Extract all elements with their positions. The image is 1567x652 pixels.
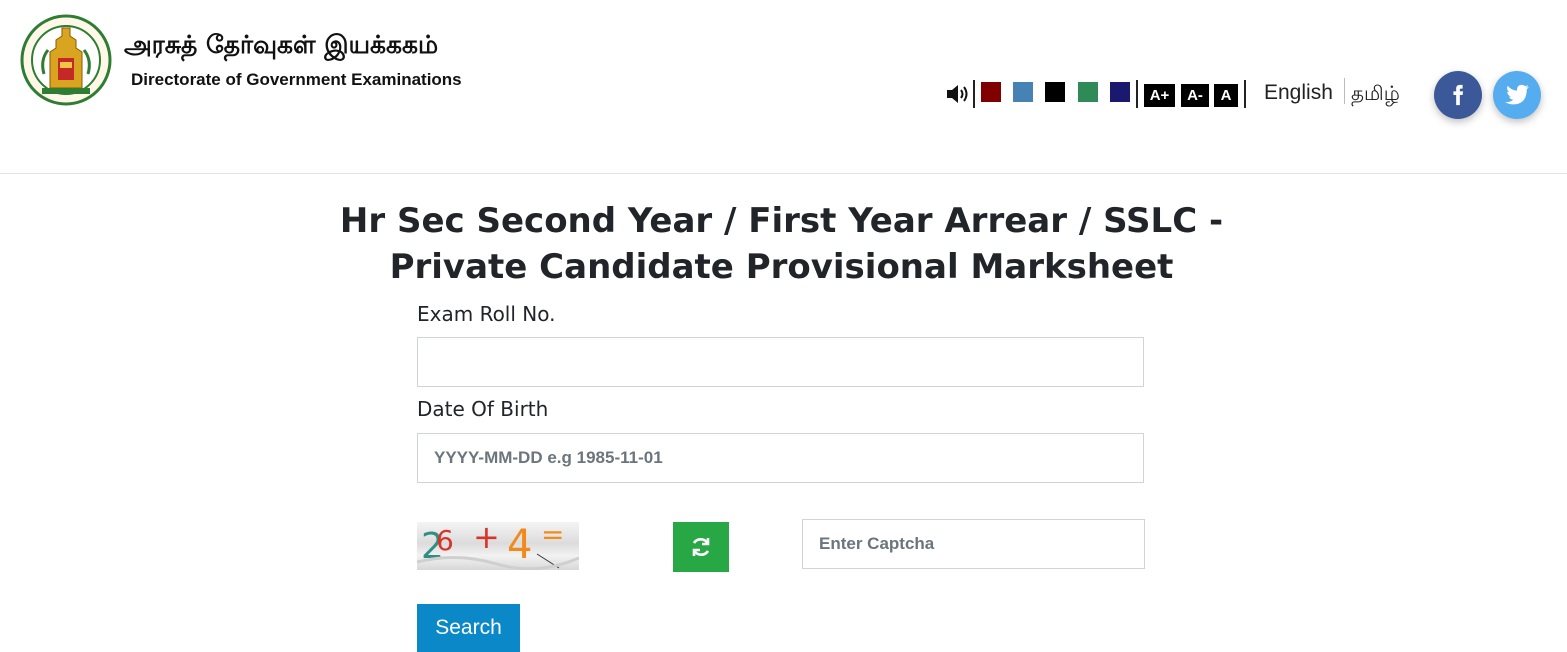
language-english-link[interactable]: English — [1264, 81, 1333, 105]
toolbar-divider — [1136, 80, 1138, 108]
brand-title-tamil: அரசுத் தேர்வுகள் இயக்ககம் — [124, 30, 439, 59]
refresh-icon — [692, 538, 710, 556]
dob-label: Date Of Birth — [417, 397, 549, 421]
dob-input[interactable] — [417, 433, 1144, 483]
captcha-image: 2 6 + 4 = — [417, 522, 579, 570]
theme-swatch-green[interactable] — [1078, 82, 1098, 102]
theme-swatch-black[interactable] — [1045, 82, 1065, 102]
exam-roll-label: Exam Roll No. — [417, 302, 556, 326]
language-divider — [1344, 78, 1345, 104]
captcha-refresh-button[interactable] — [673, 522, 729, 572]
page-title-line2: Private Candidate Provisional Marksheet — [389, 247, 1174, 287]
site-header: அரசுத் தேர்வுகள் இயக்ககம் Directorate of… — [0, 0, 1567, 174]
theme-swatch-steelblue[interactable] — [1013, 82, 1033, 102]
theme-swatch-maroon[interactable] — [981, 82, 1001, 102]
search-button[interactable]: Search — [417, 604, 520, 652]
facebook-icon — [1453, 84, 1464, 106]
toolbar-divider — [1244, 80, 1246, 108]
speaker-icon[interactable] — [945, 81, 971, 107]
captcha-input[interactable] — [802, 519, 1145, 569]
font-decrease-button[interactable]: A- — [1181, 84, 1209, 107]
page-title: Hr Sec Second Year / First Year Arrear /… — [300, 198, 1263, 290]
font-increase-button[interactable]: A+ — [1144, 84, 1175, 107]
page-title-line1: Hr Sec Second Year / First Year Arrear /… — [339, 201, 1224, 241]
twitter-button[interactable] — [1493, 71, 1541, 119]
language-tamil-link[interactable]: தமிழ் — [1351, 81, 1400, 108]
captcha-noise — [417, 553, 579, 570]
brand-title-english: Directorate of Government Examinations — [131, 70, 462, 89]
theme-swatch-navy[interactable] — [1110, 82, 1130, 102]
tamilnadu-emblem-logo — [20, 14, 112, 106]
facebook-button[interactable] — [1434, 71, 1482, 119]
exam-roll-input[interactable] — [417, 337, 1144, 387]
font-reset-button[interactable]: A — [1214, 84, 1238, 107]
toolbar-divider — [973, 80, 975, 108]
twitter-icon — [1505, 84, 1529, 105]
